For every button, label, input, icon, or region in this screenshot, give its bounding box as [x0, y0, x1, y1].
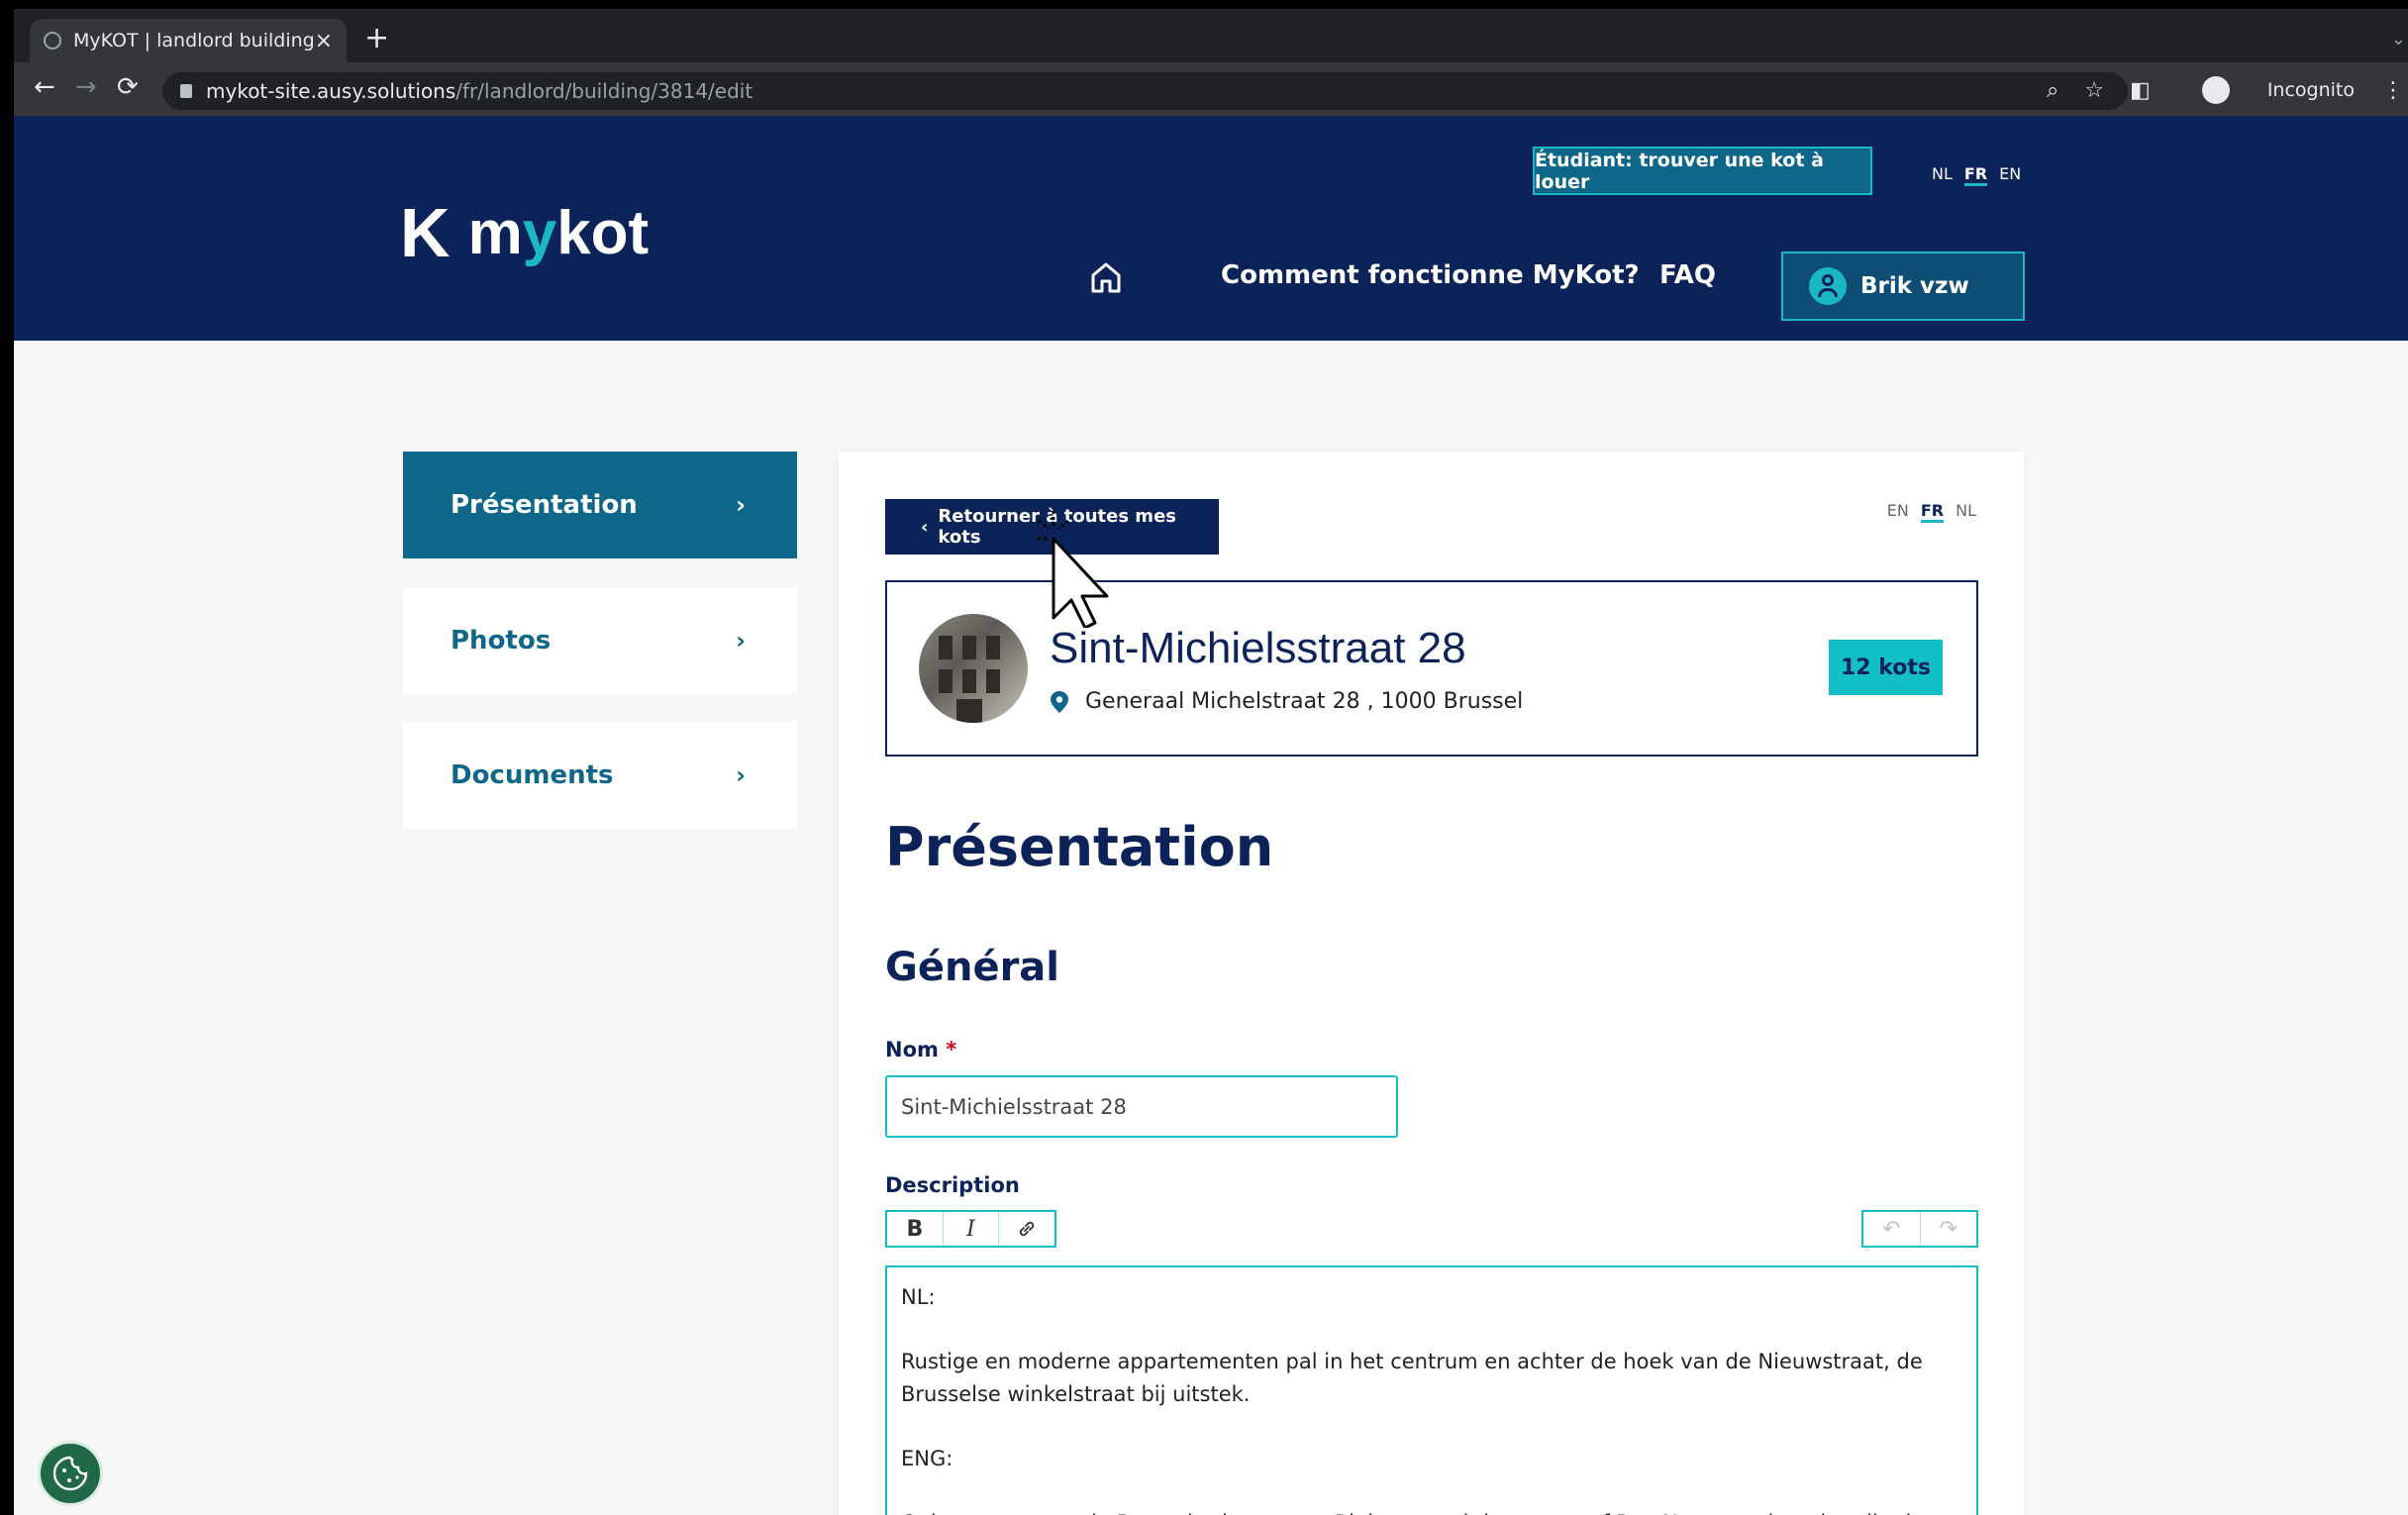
content-lang-nl[interactable]: NL	[1956, 501, 1976, 523]
redo-icon[interactable]: ↷	[1921, 1212, 1977, 1246]
cookie-icon	[52, 1456, 88, 1491]
description-label: Description	[885, 1173, 1020, 1197]
name-label: Nom *	[885, 1038, 956, 1061]
tab-title: MyKOT | landlord building 381…	[73, 30, 315, 51]
nav-how-it-works[interactable]: Comment fonctionne MyKot?	[1221, 260, 1640, 290]
browser-tab[interactable]: MyKOT | landlord building 381… ×	[30, 19, 347, 62]
zoom-icon[interactable]: ⌕	[2047, 78, 2058, 103]
building-address: Generaal Michelstraat 28 , 1000 Brussel	[1050, 689, 1523, 714]
sidebar-item-label: Documents	[451, 760, 614, 790]
browser-tab-strip: MyKOT | landlord building 381… × + ⌄	[14, 9, 2408, 62]
description-line: Quiet apartments in Brussels city centre…	[901, 1507, 1962, 1515]
chevron-right-icon: ›	[736, 761, 746, 789]
incognito-label: Incognito	[2266, 79, 2355, 101]
section-title: Général	[885, 945, 1059, 990]
site-header: K m y kot Étudiant: trouver une kot à loue…	[14, 116, 2408, 341]
chevron-right-icon: ›	[736, 491, 746, 519]
mykot-logo[interactable]: K m y kot	[400, 193, 649, 272]
mouse-pointer-icon	[1038, 511, 1109, 628]
lang-fr[interactable]: FR	[1963, 164, 1988, 186]
logo-text-m: m	[467, 198, 523, 267]
lang-nl[interactable]: NL	[1932, 164, 1953, 186]
history-toolbar: ↶ ↷	[1861, 1210, 1978, 1248]
logo-text-y: y	[522, 198, 557, 267]
sidebar-item-presentation[interactable]: Présentation ›	[403, 452, 797, 558]
logo-k-icon: K	[400, 194, 451, 271]
back-arrow-icon[interactable]: ←	[34, 72, 55, 102]
account-button[interactable]: Brik vzw	[1781, 252, 2025, 321]
location-pin-icon	[1051, 690, 1068, 713]
cookie-settings-button[interactable]	[38, 1441, 103, 1506]
building-photo	[919, 614, 1028, 723]
description-line: ENG:	[901, 1447, 953, 1470]
description-editor[interactable]: NL: Rustige en moderne appartementen pal…	[885, 1265, 1978, 1515]
reload-icon[interactable]: ⟳	[117, 72, 139, 102]
tab-search-icon[interactable]: ⌄	[2391, 29, 2406, 50]
lang-en[interactable]: EN	[1999, 164, 2021, 186]
student-find-kot-button[interactable]: Étudiant: trouver une kot à louer	[1533, 147, 1872, 195]
chevron-right-icon: ›	[736, 627, 746, 655]
nav-faq[interactable]: FAQ	[1659, 260, 1716, 290]
name-label-text: Nom	[885, 1038, 939, 1061]
sidebar-item-documents[interactable]: Documents ›	[403, 722, 797, 829]
incognito-icon	[2201, 76, 2230, 104]
undo-icon[interactable]: ↶	[1863, 1212, 1921, 1246]
globe-icon	[44, 32, 61, 50]
logo-text-kot: kot	[556, 198, 650, 267]
chevron-left-icon: ‹	[921, 516, 929, 538]
screen: MyKOT | landlord building 381… × + ⌄ ← →…	[14, 9, 2408, 1515]
lock-icon	[180, 84, 192, 98]
header-language-switch: NL FR EN	[1932, 164, 2021, 186]
url-path: /fr/landlord/building/3814/edit	[455, 79, 753, 103]
page-title: Présentation	[885, 816, 1274, 878]
new-tab-button[interactable]: +	[364, 21, 389, 55]
kots-count-badge[interactable]: 12 kots	[1829, 640, 1943, 695]
italic-button[interactable]: I	[944, 1212, 1000, 1246]
browser-toolbar: ← → ⟳ mykot-site.ausy.solutions/fr/landl…	[14, 62, 2408, 116]
editor-toolbar: B I	[885, 1210, 1056, 1248]
url-host: mykot-site.ausy.solutions	[206, 79, 456, 103]
edit-card: ‹ Retourner à toutes mes kots EN FR NL S…	[839, 452, 2024, 1515]
close-tab-icon[interactable]: ×	[315, 29, 333, 53]
content-lang-fr[interactable]: FR	[1920, 501, 1945, 523]
sidebar-item-photos[interactable]: Photos ›	[403, 587, 797, 694]
content-lang-en[interactable]: EN	[1887, 501, 1909, 523]
content-language-switch: EN FR NL	[1887, 501, 1976, 523]
user-icon	[1809, 267, 1847, 305]
sidebar-item-label: Photos	[451, 626, 552, 656]
link-button[interactable]	[999, 1212, 1054, 1246]
incognito-profile[interactable]: Incognito	[2176, 76, 2355, 104]
description-line: NL:	[901, 1285, 936, 1309]
account-label: Brik vzw	[1860, 273, 1969, 299]
bookmark-star-icon[interactable]: ☆	[2084, 78, 2104, 103]
description-line: Rustige en moderne appartementen pal in …	[901, 1350, 1923, 1406]
sidebar-item-label: Présentation	[451, 490, 638, 520]
bold-button[interactable]: B	[887, 1212, 944, 1246]
name-field[interactable]	[885, 1075, 1398, 1138]
address-bar[interactable]: mykot-site.ausy.solutions/fr/landlord/bu…	[162, 72, 2128, 110]
home-icon[interactable]	[1089, 260, 1123, 294]
building-name: Sint-Michielsstraat 28	[1050, 624, 1466, 672]
required-mark: *	[946, 1038, 957, 1061]
menu-icon[interactable]: ⋮	[2382, 78, 2404, 103]
side-panel-icon[interactable]: ◧	[2130, 78, 2151, 103]
address-text: Generaal Michelstraat 28 , 1000 Brussel	[1085, 689, 1524, 714]
forward-arrow-icon[interactable]: →	[75, 72, 97, 102]
link-icon	[1019, 1221, 1035, 1237]
